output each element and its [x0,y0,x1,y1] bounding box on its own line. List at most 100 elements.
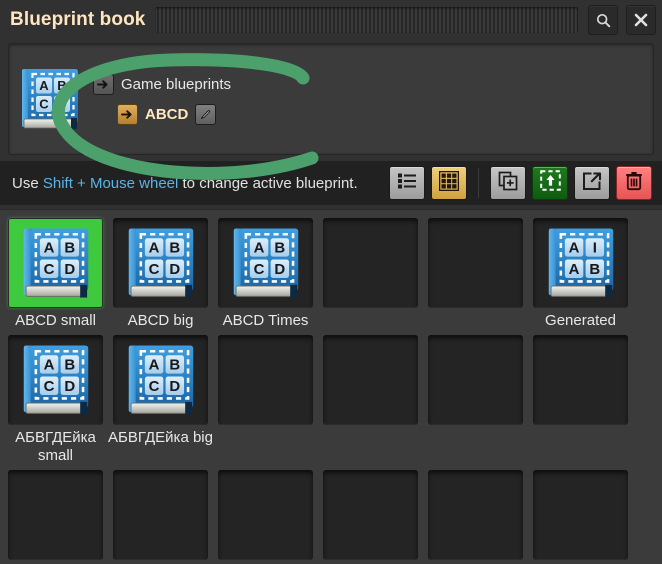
close-button[interactable] [626,5,656,35]
blueprint-slot[interactable] [113,469,208,560]
blueprint-slot-item[interactable]: A B C D ABCD Times [218,218,313,329]
svg-text:B: B [57,78,66,93]
breadcrumb-item-abcd[interactable]: ABCD [93,103,231,125]
svg-text:A: A [253,240,264,257]
blueprint-slot-label: Generated [545,312,616,329]
blueprint-grid: A B C D ABCD small A B C D ABCD big A B … [0,209,662,564]
blueprint-slot[interactable] [218,335,313,426]
blueprint-grid-row: A B C D АБВГДЕйка small A B C D АБВГДЕйк… [8,335,654,464]
blueprint-slot[interactable] [323,335,418,426]
import-string-button[interactable] [532,166,568,200]
blueprint-slot-empty[interactable] [113,469,208,564]
blueprint-slot[interactable]: A B C D [8,335,103,426]
breadcrumb-item-game-blueprints[interactable]: Game blueprints [93,73,232,95]
blueprint-slot[interactable] [323,218,418,308]
close-icon [633,12,649,28]
blueprint-slot[interactable]: A B C D [218,218,313,308]
blueprint-slot[interactable]: A I A B [533,218,628,308]
blueprint-slot[interactable]: A B C D [113,335,208,426]
blueprint-slot-empty[interactable] [428,469,523,564]
blueprint-slot-empty[interactable] [8,469,103,564]
blueprint-slot-empty[interactable] [428,218,523,329]
blueprint-slot-label: ABCD Times [222,312,309,329]
breadcrumb-list: Game blueprints ABCD [93,73,232,125]
blueprint-slot-label: ABCD small [15,312,96,329]
svg-text:A: A [568,240,579,257]
search-button[interactable] [588,5,618,35]
blueprint-slot-empty[interactable] [533,335,628,464]
blueprint-slot-item[interactable]: A B C D ABCD big [113,218,208,329]
svg-text:B: B [589,261,600,278]
import-arrow-icon [539,170,561,196]
window-title: Blueprint book [10,9,146,30]
blueprint-slot-label: ABCD big [127,312,194,329]
blueprint-slot-label: АБВГДЕйка small [15,429,96,464]
blueprint-book-window: Blueprint book A B C D Game blueprints A… [0,0,662,564]
blueprint-slot[interactable] [533,469,628,560]
grid-view-button[interactable] [431,166,467,200]
svg-text:A: A [43,240,54,257]
search-icon [595,12,612,29]
blueprint-slot[interactable] [428,218,523,308]
hint-highlight: Shift + Mouse wheel [42,174,179,192]
copy-plus-icon [498,171,518,196]
blueprint-slot-empty[interactable] [323,335,418,464]
blueprint-slot-item[interactable]: A B C D АБВГДЕйка small [8,335,103,464]
svg-text:A: A [43,357,54,374]
pencil-icon[interactable] [195,103,217,125]
svg-text:C: C [253,261,264,278]
breadcrumb-label: Game blueprints [121,75,232,93]
blueprint-grid-row: A B C D ABCD small A B C D ABCD big A B … [8,218,654,329]
svg-text:B: B [64,240,75,257]
blueprint-slot-item[interactable]: A B C D АБВГДЕйка big [108,335,213,464]
blueprint-book-icon: A B C D [128,345,193,415]
blueprint-slot-empty[interactable] [323,469,418,564]
breadcrumb-book-icon: A B C D [19,66,81,132]
svg-text:A: A [568,261,579,278]
svg-text:D: D [64,261,75,278]
blueprint-slot-item[interactable]: A I A B Generated [533,218,628,329]
duplicate-button[interactable] [490,166,526,200]
svg-text:B: B [274,240,285,257]
svg-text:A: A [39,78,49,93]
blueprint-slot[interactable] [218,469,313,560]
blueprint-slot[interactable] [8,469,103,560]
breadcrumb-panel: A B C D Game blueprints ABCD [8,43,654,155]
toolbar-separator [478,168,479,198]
blueprint-book-icon: A B C D [233,228,298,298]
svg-text:D: D [169,378,180,395]
blueprint-slot-selected[interactable]: A B C D [8,218,103,308]
hint-prefix: Use [12,174,43,192]
svg-text:C: C [43,261,54,278]
blueprint-book-icon: A B C D [23,228,88,298]
svg-text:C: C [148,378,159,395]
blueprint-slot-empty[interactable] [533,469,628,564]
window-titlebar: Blueprint book [0,0,662,40]
blueprint-grid-row [8,469,654,564]
blueprint-book-icon: A B C D [23,345,88,415]
blueprint-slot-empty[interactable] [323,218,418,329]
svg-text:D: D [64,378,75,395]
blueprint-slot[interactable]: A B C D [113,218,208,308]
arrow-right-icon[interactable] [117,103,138,125]
blueprint-slot-label: АБВГДЕйка big [108,429,213,447]
hint-text: Use Shift + Mouse wheel to change active… [12,175,383,192]
list-icon [397,172,417,195]
blueprint-slot-item[interactable]: A B C D ABCD small [8,218,103,329]
svg-text:A: A [148,240,159,257]
blueprint-slot-empty[interactable] [428,335,523,464]
blueprint-slot[interactable] [323,469,418,560]
delete-button[interactable] [616,166,652,200]
blueprint-slot[interactable] [428,335,523,426]
arrow-right-icon[interactable] [93,73,114,95]
window-drag-handle[interactable] [155,7,578,33]
blueprint-slot-empty[interactable] [218,335,313,464]
list-view-button[interactable] [389,166,425,200]
blueprint-slot[interactable] [428,469,523,560]
trash-icon [625,171,643,196]
blueprint-slot[interactable] [533,335,628,426]
export-button[interactable] [574,166,610,200]
blueprint-slot-empty[interactable] [218,469,313,564]
svg-text:C: C [148,261,159,278]
svg-text:D: D [274,261,285,278]
